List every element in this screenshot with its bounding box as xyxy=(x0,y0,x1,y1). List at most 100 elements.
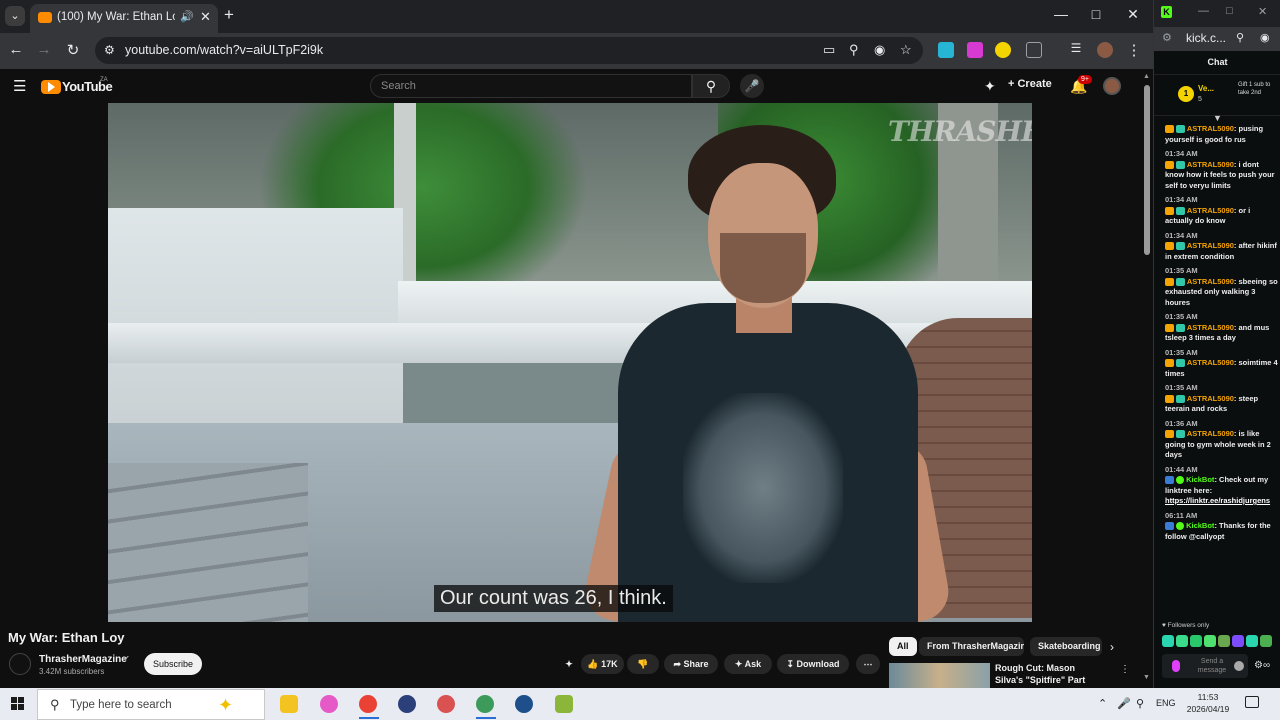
profile-avatar[interactable] xyxy=(1097,42,1113,58)
pinned-leaderboard[interactable]: 1 Ve... 5 Gift 1 sub to take 2nd xyxy=(1154,76,1280,116)
copilot-sparkle-icon[interactable]: ✦ xyxy=(218,695,233,716)
steam-icon[interactable] xyxy=(515,695,533,713)
chat-username[interactable]: KickBot xyxy=(1186,521,1214,530)
chat-username[interactable]: ASTRAL5090 xyxy=(1187,206,1234,215)
chrome-icon[interactable] xyxy=(359,695,377,713)
recommendation-thumbnail[interactable] xyxy=(889,663,990,688)
gift-sub-text[interactable]: Gift 1 sub to take 2nd xyxy=(1238,81,1278,97)
chat-settings-icon[interactable]: ⚙∞ xyxy=(1254,660,1270,671)
install-app-icon[interactable]: ▭ xyxy=(823,42,835,58)
chip-all[interactable]: All xyxy=(889,637,917,656)
language-indicator[interactable]: ENG xyxy=(1156,698,1176,708)
forward-icon[interactable]: → xyxy=(34,41,54,58)
chat-username[interactable]: ASTRAL5090 xyxy=(1187,160,1234,169)
emote-icon[interactable] xyxy=(1218,635,1230,647)
media-control-icon[interactable]: ☰ xyxy=(1066,41,1086,55)
chat-username[interactable]: ASTRAL5090 xyxy=(1187,277,1234,286)
download-button[interactable]: ↧ Download xyxy=(777,654,849,674)
tray-chevron-icon[interactable]: ⌃ xyxy=(1098,697,1107,710)
tab-youtube[interactable]: (100) My War: Ethan Loy - YouTube 🔊 ✕ xyxy=(30,4,218,33)
side-site-info-icon[interactable]: ⚙ xyxy=(1162,31,1172,44)
chat-username[interactable]: KickBot xyxy=(1186,475,1214,484)
bookmark-star-icon[interactable]: ☆ xyxy=(900,42,912,58)
minecraft-icon[interactable] xyxy=(555,695,573,713)
chat-username[interactable]: ASTRAL5090 xyxy=(1187,241,1234,250)
recommendation-menu-icon[interactable]: ⋮ xyxy=(1120,664,1130,675)
share-button[interactable]: ➦ Share xyxy=(664,654,718,674)
search-icon[interactable]: ⚲ xyxy=(692,74,730,98)
chip-skateboarding[interactable]: Skateboarding t xyxy=(1030,637,1102,656)
chat-username[interactable]: ASTRAL5090 xyxy=(1187,429,1234,438)
tray-network-icon[interactable]: ⚲ xyxy=(1136,697,1144,710)
more-actions-icon[interactable]: ⋯ xyxy=(856,654,880,674)
chat-username[interactable]: ASTRAL5090 xyxy=(1187,124,1234,133)
channel-avatar[interactable] xyxy=(9,653,31,675)
tab-close-icon[interactable]: ✕ xyxy=(200,9,211,25)
speaker-icon[interactable]: 🔊 xyxy=(180,10,194,23)
side-zoom-icon[interactable]: ⚲ xyxy=(1236,31,1244,44)
system-clock[interactable]: 11:53 2026/04/19 xyxy=(1184,691,1232,715)
side-maximize-icon[interactable]: □ xyxy=(1226,5,1233,17)
dislike-icon[interactable]: 👎 xyxy=(627,654,659,674)
copilot-app-icon[interactable] xyxy=(320,695,338,713)
taskbar-search-input[interactable]: ⚲ Type here to search ✦ xyxy=(37,689,265,720)
minimize-icon[interactable]: — xyxy=(1046,6,1076,22)
omnibox[interactable]: ⚙ youtube.com/watch?v=aiULTpF2i9k ▭ ⚲ ◉ … xyxy=(95,37,923,64)
chevron-right-icon[interactable]: › xyxy=(1110,640,1114,654)
side-address-bar[interactable]: ⚙ kick.c... ⚲ ◉ xyxy=(1154,27,1280,51)
account-avatar[interactable] xyxy=(1103,77,1121,95)
chat-username[interactable]: ASTRAL5090 xyxy=(1187,394,1234,403)
notification-center-icon[interactable] xyxy=(1245,696,1259,708)
reload-icon[interactable]: ↻ xyxy=(63,41,83,59)
recommendation-title[interactable]: Rough Cut: Mason Silva's "Spitfire" Part xyxy=(995,662,1105,686)
sparkle-icon[interactable]: ✦ xyxy=(984,78,996,95)
like-button[interactable]: 👍 17K xyxy=(581,654,624,674)
scroll-thumb[interactable] xyxy=(1144,85,1150,255)
chip-from-channel[interactable]: From ThrasherMagazine xyxy=(919,637,1024,656)
chrome-profile-icon[interactable] xyxy=(398,695,416,713)
hamburger-menu-icon[interactable]: ☰ xyxy=(13,77,26,95)
page-scrollbar[interactable]: ▲ ▼ xyxy=(1140,69,1153,688)
side-eye-off-icon[interactable]: ◉ xyxy=(1260,31,1270,44)
chrome-alt-icon[interactable] xyxy=(476,695,494,713)
browser-menu-icon[interactable]: ⋮ xyxy=(1124,41,1144,59)
back-icon[interactable]: ← xyxy=(6,41,26,58)
emote-icon[interactable] xyxy=(1204,635,1216,647)
chat-message-input[interactable]: Send a message xyxy=(1162,654,1248,678)
subscribe-button[interactable]: Subscribe xyxy=(144,653,202,675)
emote-icon[interactable] xyxy=(1176,635,1188,647)
emote-icon[interactable] xyxy=(1260,635,1272,647)
extension-3-icon[interactable] xyxy=(995,42,1011,58)
chat-link[interactable]: https://linktr.ee/rashidjurgens xyxy=(1165,496,1270,505)
extensions-puzzle-icon[interactable] xyxy=(1026,42,1042,58)
extension-2-icon[interactable] xyxy=(967,42,983,58)
scroll-down-icon[interactable]: ▼ xyxy=(1143,674,1150,681)
zoom-icon[interactable]: ⚲ xyxy=(849,42,859,58)
emoji-icon[interactable] xyxy=(1234,661,1244,671)
emote-icon[interactable] xyxy=(1162,635,1174,647)
chat-username[interactable]: ASTRAL5090 xyxy=(1187,323,1234,332)
side-minimize-icon[interactable]: — xyxy=(1198,5,1209,17)
new-tab-button[interactable]: + xyxy=(224,5,234,25)
eye-off-icon[interactable]: ◉ xyxy=(874,42,885,58)
emote-icon[interactable] xyxy=(1232,635,1244,647)
tray-mic-icon[interactable]: 🎤 xyxy=(1117,697,1131,710)
site-info-icon[interactable]: ⚙ xyxy=(104,43,115,57)
chat-mic-icon[interactable] xyxy=(1172,660,1180,672)
emote-icon[interactable] xyxy=(1190,635,1202,647)
ask-button[interactable]: ✦ Ask xyxy=(724,654,772,674)
maximize-icon[interactable]: □ xyxy=(1081,6,1111,22)
tab-search-button[interactable]: ⌄ xyxy=(5,6,25,26)
sparkle-ask-icon[interactable]: ✦ xyxy=(562,654,576,674)
video-player[interactable]: THRASHER Our count was 26, I think. xyxy=(108,103,1032,622)
side-close-icon[interactable]: ✕ xyxy=(1258,5,1267,18)
url-text[interactable]: youtube.com/watch?v=aiULTpF2i9k xyxy=(125,43,323,57)
pinned-expand-icon[interactable]: ▼ xyxy=(1213,113,1222,123)
extension-1-icon[interactable] xyxy=(938,42,954,58)
emote-icon[interactable] xyxy=(1246,635,1258,647)
microphone-icon[interactable]: 🎤 xyxy=(740,74,764,98)
chat-username[interactable]: ASTRAL5090 xyxy=(1187,358,1234,367)
scroll-up-icon[interactable]: ▲ xyxy=(1143,73,1150,80)
search-input[interactable]: Search xyxy=(370,74,692,98)
file-explorer-icon[interactable] xyxy=(280,695,298,713)
